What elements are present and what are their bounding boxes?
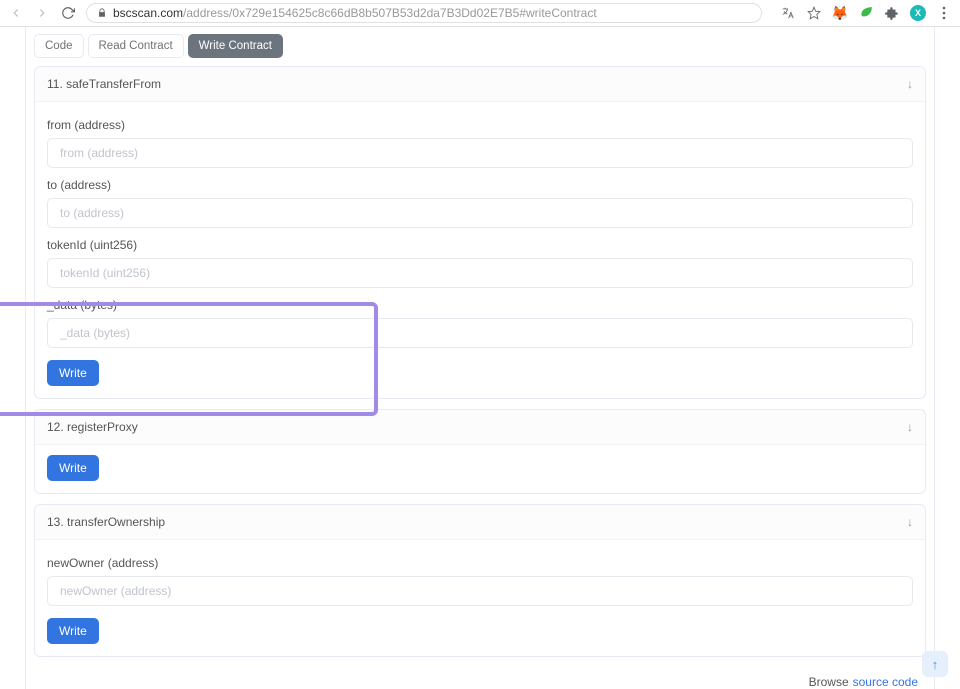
fn-registerProxy: 12. registerProxy ↓ Write (34, 409, 926, 494)
fn-header-registerProxy[interactable]: 12. registerProxy ↓ (35, 410, 925, 444)
tab-code[interactable]: Code (34, 34, 84, 58)
contract-panel: Code Read Contract Write Contract 11. sa… (25, 27, 935, 689)
chevron-down-icon: ↓ (907, 420, 913, 434)
write-button[interactable]: Write (47, 360, 99, 386)
lock-icon (97, 8, 107, 18)
menu-icon[interactable] (936, 5, 952, 21)
fn-header-safeTransferFrom[interactable]: 11. safeTransferFrom ↓ (35, 67, 925, 101)
source-code-link[interactable]: source code (853, 675, 918, 689)
translate-icon[interactable] (780, 5, 796, 21)
fn-safeTransferFrom: 11. safeTransferFrom ↓ from (address) to… (34, 66, 926, 399)
address-bar[interactable]: bscscan.com/address/0x729e154625c8c66dB8… (86, 3, 762, 23)
fn-title: 13. transferOwnership (47, 515, 165, 529)
input-newOwner[interactable] (47, 576, 913, 606)
contract-tabs: Code Read Contract Write Contract (26, 34, 934, 66)
write-button[interactable]: Write (47, 455, 99, 481)
label-data: _data (bytes) (47, 298, 913, 312)
profile-avatar[interactable]: X (910, 5, 926, 21)
fn-title: 11. safeTransferFrom (47, 77, 161, 91)
nav-back-icon[interactable] (8, 5, 24, 21)
metamask-icon[interactable]: 🦊 (832, 5, 848, 21)
label-from: from (address) (47, 118, 913, 132)
scroll-to-top-button[interactable]: ↑ (922, 651, 948, 677)
input-tokenId[interactable] (47, 258, 913, 288)
extensions-icon[interactable] (884, 5, 900, 21)
browser-toolbar: bscscan.com/address/0x729e154625c8c66dB8… (0, 0, 960, 27)
chevron-down-icon: ↓ (907, 515, 913, 529)
nav-forward-icon[interactable] (34, 5, 50, 21)
fn-header-transferOwnership[interactable]: 13. transferOwnership ↓ (35, 505, 925, 539)
footer-browse: Browse source code (26, 667, 934, 689)
tab-write-contract[interactable]: Write Contract (188, 34, 283, 58)
write-button[interactable]: Write (47, 618, 99, 644)
label-newOwner: newOwner (address) (47, 556, 913, 570)
star-icon[interactable] (806, 5, 822, 21)
tab-read-contract[interactable]: Read Contract (88, 34, 184, 58)
input-data[interactable] (47, 318, 913, 348)
url-text: bscscan.com/address/0x729e154625c8c66dB8… (113, 6, 597, 20)
chevron-down-icon: ↓ (907, 77, 913, 91)
input-to[interactable] (47, 198, 913, 228)
leaf-extension-icon[interactable] (858, 5, 874, 21)
reload-icon[interactable] (60, 5, 76, 21)
label-tokenId: tokenId (uint256) (47, 238, 913, 252)
input-from[interactable] (47, 138, 913, 168)
fn-transferOwnership: 13. transferOwnership ↓ newOwner (addres… (34, 504, 926, 657)
fn-title: 12. registerProxy (47, 420, 138, 434)
label-to: to (address) (47, 178, 913, 192)
